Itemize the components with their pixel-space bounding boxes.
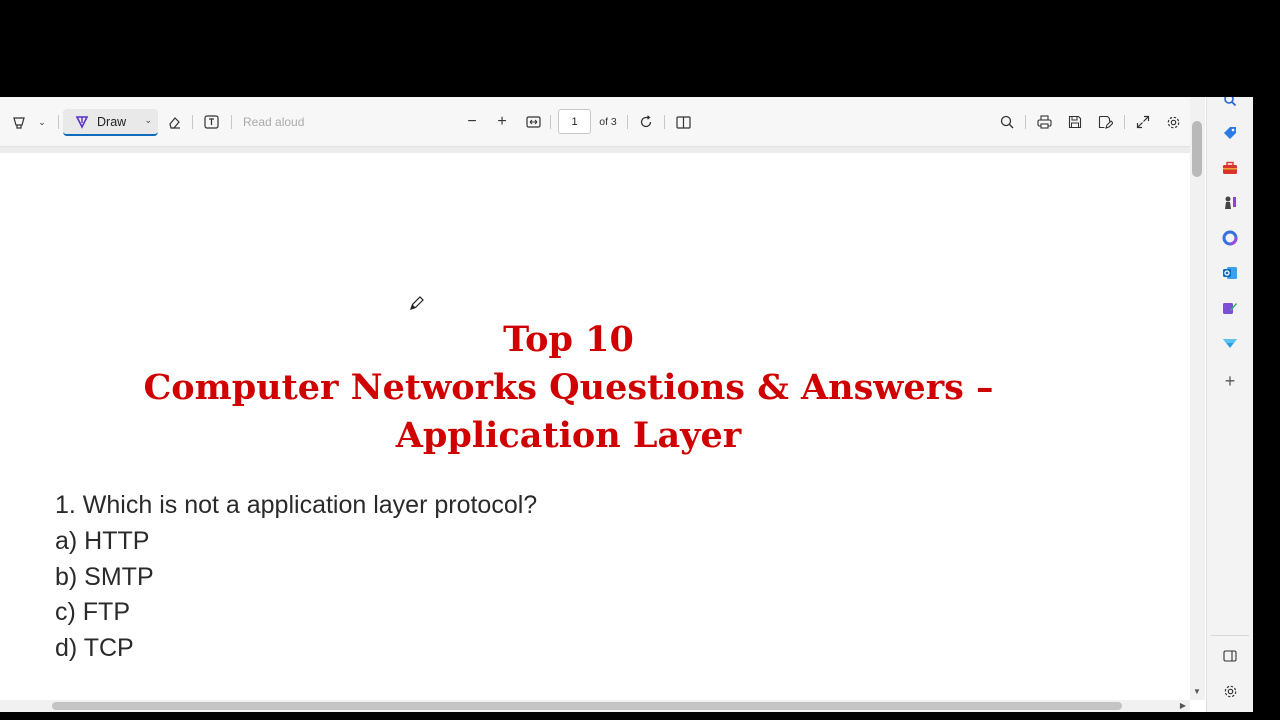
separator <box>58 115 59 129</box>
read-aloud-button[interactable]: Read aloud <box>243 110 313 134</box>
chess-icon[interactable] <box>1219 192 1241 214</box>
vertical-scrollbar[interactable]: ▼ <box>1190 97 1205 700</box>
designer-icon[interactable] <box>1219 297 1241 319</box>
chevron-down-icon[interactable]: ⌄ <box>144 115 152 126</box>
search-icon[interactable] <box>1219 97 1241 111</box>
separator <box>1124 115 1125 129</box>
separator <box>1211 635 1249 636</box>
eraser-icon[interactable] <box>163 110 185 134</box>
horizontal-scroll-thumb[interactable] <box>52 702 1122 710</box>
copilot-icon[interactable] <box>1219 227 1241 249</box>
title-line-3: Application Layer <box>395 415 742 456</box>
title-line-1: Top 10 <box>503 319 634 360</box>
pdf-toolbar: ⌄ Draw ⌄ Read aloud − + 1 of 3 <box>0 97 1190 147</box>
option-c: c) FTP <box>55 598 130 626</box>
sidebar-toggle-icon[interactable] <box>1219 645 1241 667</box>
settings-icon[interactable] <box>1162 110 1184 134</box>
edge-sidebar: + <box>1206 97 1253 712</box>
separator <box>1025 115 1026 129</box>
question-text: 1. Which is not a application layer prot… <box>55 491 538 519</box>
pdf-viewer-window: ⌄ Draw ⌄ Read aloud − + 1 of 3 Top 10 Co… <box>0 97 1253 712</box>
chevron-down-icon[interactable]: ⌄ <box>34 110 50 134</box>
pdf-page: Top 10 Computer Networks Questions & Ans… <box>0 147 1190 700</box>
horizontal-scrollbar[interactable]: ▶ <box>0 700 1190 712</box>
tag-icon[interactable] <box>1219 122 1241 144</box>
option-d: d) TCP <box>55 634 134 662</box>
scroll-right-arrow-icon[interactable]: ▶ <box>1180 701 1186 710</box>
draw-triangle-icon <box>75 115 89 129</box>
drop-icon[interactable] <box>1219 332 1241 354</box>
add-icon[interactable]: + <box>1219 370 1241 392</box>
scroll-down-arrow-icon[interactable]: ▼ <box>1193 687 1201 696</box>
separator <box>664 115 665 129</box>
option-b: b) SMTP <box>55 563 154 591</box>
draw-button[interactable]: Draw ⌄ <box>63 109 158 136</box>
pen-cursor-icon <box>408 294 426 317</box>
draw-label: Draw <box>97 114 127 129</box>
page-total: of 3 <box>599 116 617 128</box>
zoom-in-button[interactable]: + <box>492 110 512 134</box>
rotate-icon[interactable] <box>635 110 657 134</box>
save-as-icon[interactable] <box>1094 110 1116 134</box>
search-icon[interactable] <box>996 110 1018 134</box>
toolbox-icon[interactable] <box>1219 157 1241 179</box>
outlook-icon[interactable] <box>1219 262 1241 284</box>
fit-page-icon[interactable] <box>522 110 544 134</box>
page-number-input[interactable]: 1 <box>558 109 591 134</box>
highlight-icon[interactable] <box>8 110 30 134</box>
option-a: a) HTTP <box>55 527 150 555</box>
separator <box>550 115 551 129</box>
print-icon[interactable] <box>1033 110 1055 134</box>
text-box-icon[interactable] <box>200 110 222 134</box>
save-icon[interactable] <box>1064 110 1086 134</box>
settings-icon[interactable] <box>1219 680 1241 702</box>
title-line-2: Computer Networks Questions & Answers – <box>143 367 994 408</box>
separator <box>231 115 232 129</box>
separator <box>192 115 193 129</box>
page-view-icon[interactable] <box>672 110 694 134</box>
vertical-scroll-thumb[interactable] <box>1192 121 1202 177</box>
zoom-out-button[interactable]: − <box>462 110 482 134</box>
separator <box>627 115 628 129</box>
fullscreen-icon[interactable] <box>1132 110 1154 134</box>
